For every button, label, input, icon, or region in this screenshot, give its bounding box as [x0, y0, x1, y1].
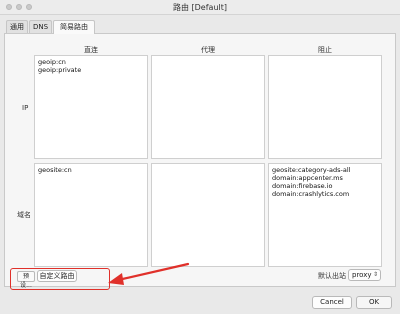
tab-simple-routing[interactable]: 简易路由: [53, 20, 95, 34]
ip-direct-entry: geoip:cn: [38, 58, 66, 66]
title-bar: 路由 [Default]: [0, 0, 400, 15]
row-ip-header: IP: [22, 104, 29, 112]
ok-button[interactable]: OK: [356, 296, 392, 309]
default-outbound-select[interactable]: proxy ⇕: [348, 269, 381, 281]
domain-direct-textarea[interactable]: geosite:cn: [34, 163, 148, 267]
domain-block-entry: domain:firebase.io: [272, 182, 333, 190]
cancel-button[interactable]: Cancel: [312, 296, 352, 309]
column-proxy-header: 代理: [201, 46, 215, 54]
window-title: 路由 [Default]: [172, 3, 227, 12]
column-block-header: 阻止: [318, 46, 332, 54]
ip-direct-entry: geoip:private: [38, 66, 82, 74]
row-domain-header: 域名: [17, 211, 31, 219]
ip-block-textarea[interactable]: [268, 55, 382, 159]
default-outbound-label: 默认出站: [318, 272, 346, 280]
domain-block-textarea[interactable]: geosite:category-ads-all domain:appcente…: [268, 163, 382, 267]
domain-direct-entry: geosite:cn: [38, 166, 72, 174]
highlight-box: [10, 268, 110, 290]
select-chevron-icon: ⇕: [372, 271, 378, 278]
column-direct-header: 直连: [84, 46, 98, 54]
annotation-arrow-icon: [108, 262, 190, 285]
domain-block-entry: domain:appcenter.ms: [272, 174, 343, 182]
default-outbound-value: proxy: [352, 271, 372, 279]
domain-block-entry: domain:crashlytics.com: [272, 190, 350, 198]
domain-block-entry: geosite:category-ads-all: [272, 166, 351, 174]
ip-proxy-textarea[interactable]: [151, 55, 265, 159]
domain-proxy-textarea[interactable]: [151, 163, 265, 267]
tab-general[interactable]: 通用: [6, 20, 28, 33]
ip-direct-textarea[interactable]: geoip:cn geoip:private: [34, 55, 148, 159]
tab-dns[interactable]: DNS: [29, 20, 52, 33]
